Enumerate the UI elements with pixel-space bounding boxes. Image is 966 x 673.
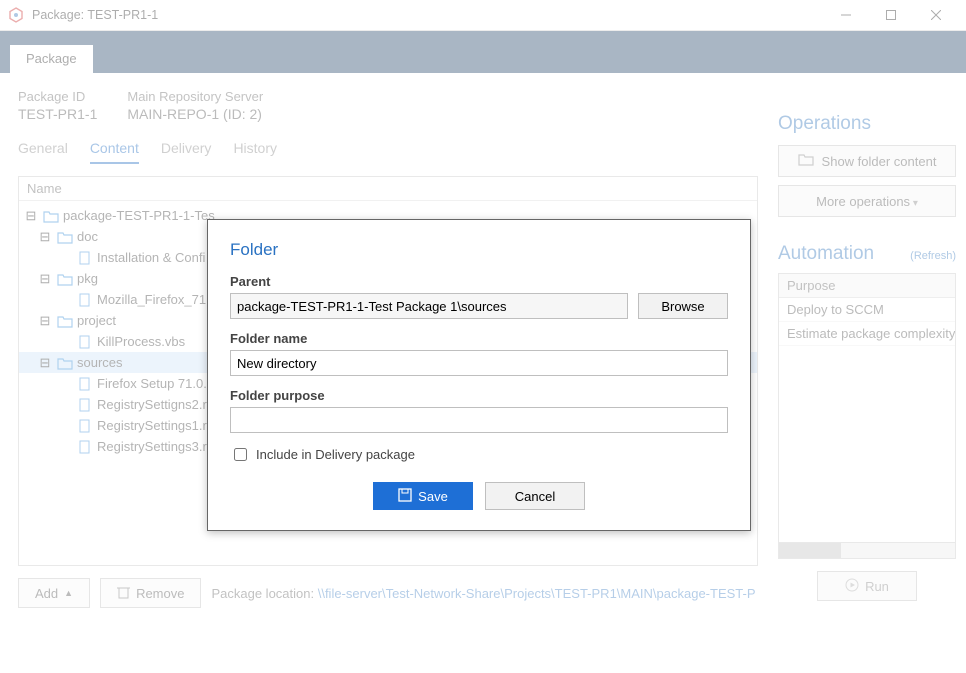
save-button[interactable]: Save	[373, 482, 473, 510]
folder-name-label: Folder name	[230, 331, 728, 346]
include-delivery-label: Include in Delivery package	[256, 447, 415, 462]
parent-input[interactable]	[230, 293, 628, 319]
folder-modal: Folder Parent Browse Folder name Folder …	[207, 219, 751, 531]
browse-button[interactable]: Browse	[638, 293, 728, 319]
folder-purpose-label: Folder purpose	[230, 388, 728, 403]
save-label: Save	[418, 489, 448, 504]
include-delivery-checkbox[interactable]	[234, 448, 247, 461]
cancel-button[interactable]: Cancel	[485, 482, 585, 510]
parent-label: Parent	[230, 274, 728, 289]
modal-title: Folder	[230, 240, 728, 260]
folder-name-input[interactable]	[230, 350, 728, 376]
save-icon	[398, 488, 412, 505]
folder-purpose-select[interactable]	[230, 407, 728, 433]
